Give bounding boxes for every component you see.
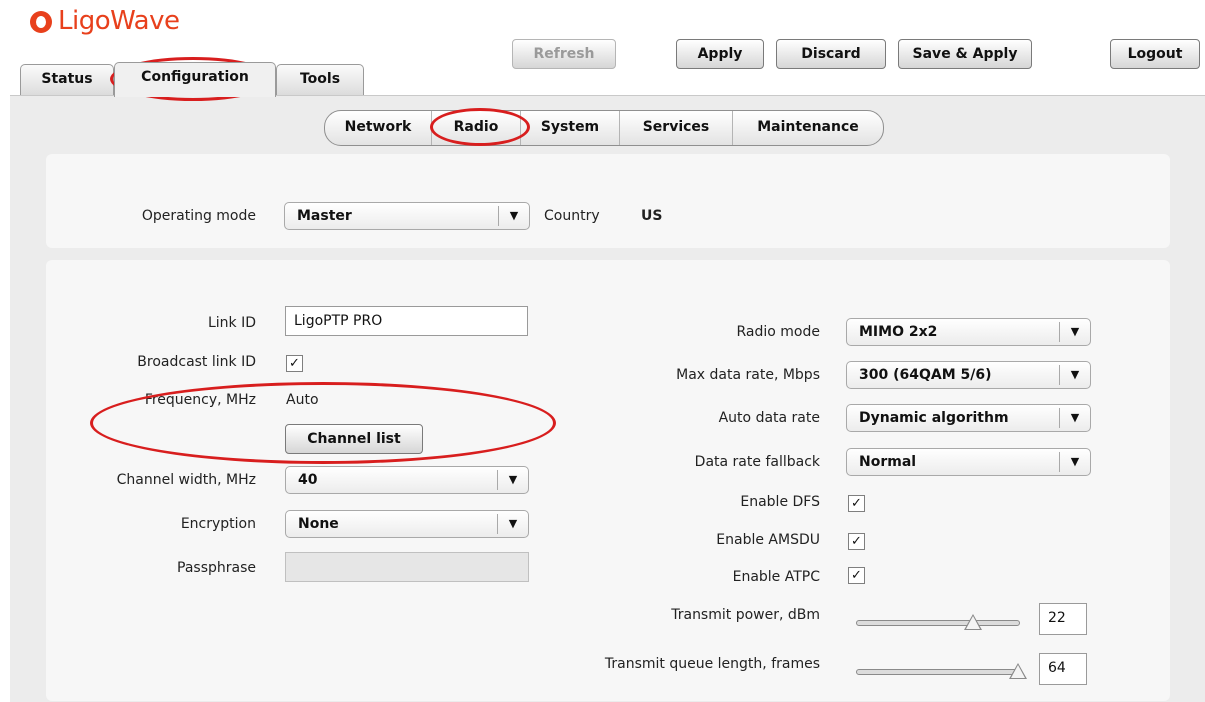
operating-mode-value: Master xyxy=(297,208,352,224)
operating-mode-select[interactable]: Master ▼ xyxy=(284,202,530,230)
subtab-radio[interactable]: Radio xyxy=(432,111,521,145)
data-rate-fallback-label: Data rate fallback xyxy=(694,454,820,470)
radio-mode-select[interactable]: MIMO 2x2 ▼ xyxy=(846,318,1091,346)
chevron-down-icon: ▼ xyxy=(497,470,528,490)
link-id-label: Link ID xyxy=(207,315,256,331)
enable-amsdu-label: Enable AMSDU xyxy=(716,532,820,548)
refresh-button[interactable]: Refresh xyxy=(512,39,616,69)
max-data-rate-select[interactable]: 300 (64QAM 5/6) ▼ xyxy=(846,361,1091,389)
frequency-value: Auto xyxy=(286,392,319,408)
chevron-down-icon: ▼ xyxy=(498,206,529,226)
general-settings-card xyxy=(46,154,1170,248)
chevron-down-icon: ▼ xyxy=(1059,322,1090,342)
country-label: Country xyxy=(544,208,600,224)
sub-navigation: Network Radio System Services Maintenanc… xyxy=(324,110,884,146)
frequency-label: Frequency, MHz xyxy=(144,392,256,408)
enable-amsdu-checkbox[interactable]: ✓ xyxy=(848,533,865,550)
data-rate-fallback-select[interactable]: Normal ▼ xyxy=(846,448,1091,476)
auto-data-rate-label: Auto data rate xyxy=(718,410,820,426)
transmit-power-slider-handle[interactable] xyxy=(963,614,982,630)
subtab-services[interactable]: Services xyxy=(620,111,733,145)
logout-button[interactable]: Logout xyxy=(1110,39,1200,69)
max-data-rate-label: Max data rate, Mbps xyxy=(676,367,820,383)
passphrase-input[interactable] xyxy=(285,552,529,582)
chevron-down-icon: ▼ xyxy=(1059,365,1090,385)
tab-status[interactable]: Status xyxy=(20,64,114,95)
radio-mode-label: Radio mode xyxy=(736,324,821,340)
brand-logo: LigoWave xyxy=(58,6,180,36)
tab-tools[interactable]: Tools xyxy=(276,64,364,95)
transmit-queue-label: Transmit queue length, frames xyxy=(604,656,820,672)
enable-atpc-label: Enable ATPC xyxy=(732,569,820,585)
subtab-system[interactable]: System xyxy=(521,111,620,145)
transmit-queue-value[interactable]: 64 xyxy=(1039,653,1087,685)
channel-width-label: Channel width, MHz xyxy=(116,472,256,488)
operating-mode-label: Operating mode xyxy=(141,208,256,224)
auto-data-rate-select[interactable]: Dynamic algorithm ▼ xyxy=(846,404,1091,432)
encryption-value: None xyxy=(298,516,339,532)
transmit-queue-slider-track[interactable] xyxy=(856,669,1020,675)
subtab-network[interactable]: Network xyxy=(325,111,432,145)
encryption-label: Encryption xyxy=(180,516,256,532)
country-value: US xyxy=(641,208,663,224)
apply-button[interactable]: Apply xyxy=(676,39,764,69)
subtab-maintenance[interactable]: Maintenance xyxy=(733,111,883,145)
transmit-power-label: Transmit power, dBm xyxy=(671,607,820,623)
passphrase-label: Passphrase xyxy=(177,560,256,576)
enable-dfs-label: Enable DFS xyxy=(740,494,820,510)
chevron-down-icon: ▼ xyxy=(497,514,528,534)
encryption-select[interactable]: None ▼ xyxy=(285,510,529,538)
broadcast-link-id-checkbox[interactable]: ✓ xyxy=(286,355,303,372)
transmit-power-value[interactable]: 22 xyxy=(1039,603,1087,635)
channel-width-select[interactable]: 40 ▼ xyxy=(285,466,529,494)
transmit-power-slider-track[interactable] xyxy=(856,620,1020,626)
max-data-rate-value: 300 (64QAM 5/6) xyxy=(859,367,992,383)
tab-configuration[interactable]: Configuration xyxy=(114,62,276,97)
enable-dfs-checkbox[interactable]: ✓ xyxy=(848,495,865,512)
enable-atpc-checkbox[interactable]: ✓ xyxy=(848,567,865,584)
channel-list-button[interactable]: Channel list xyxy=(285,424,423,454)
ligowave-logo-icon xyxy=(30,11,52,33)
transmit-queue-slider-handle[interactable] xyxy=(1009,663,1027,679)
chevron-down-icon: ▼ xyxy=(1059,408,1090,428)
channel-width-value: 40 xyxy=(298,472,318,488)
data-rate-fallback-value: Normal xyxy=(859,454,917,470)
auto-data-rate-value: Dynamic algorithm xyxy=(859,410,1009,426)
chevron-down-icon: ▼ xyxy=(1059,452,1090,472)
broadcast-link-id-label: Broadcast link ID xyxy=(137,354,256,370)
link-id-input[interactable] xyxy=(285,306,528,336)
radio-mode-value: MIMO 2x2 xyxy=(859,324,938,340)
discard-button[interactable]: Discard xyxy=(776,39,886,69)
save-apply-button[interactable]: Save & Apply xyxy=(898,39,1032,69)
